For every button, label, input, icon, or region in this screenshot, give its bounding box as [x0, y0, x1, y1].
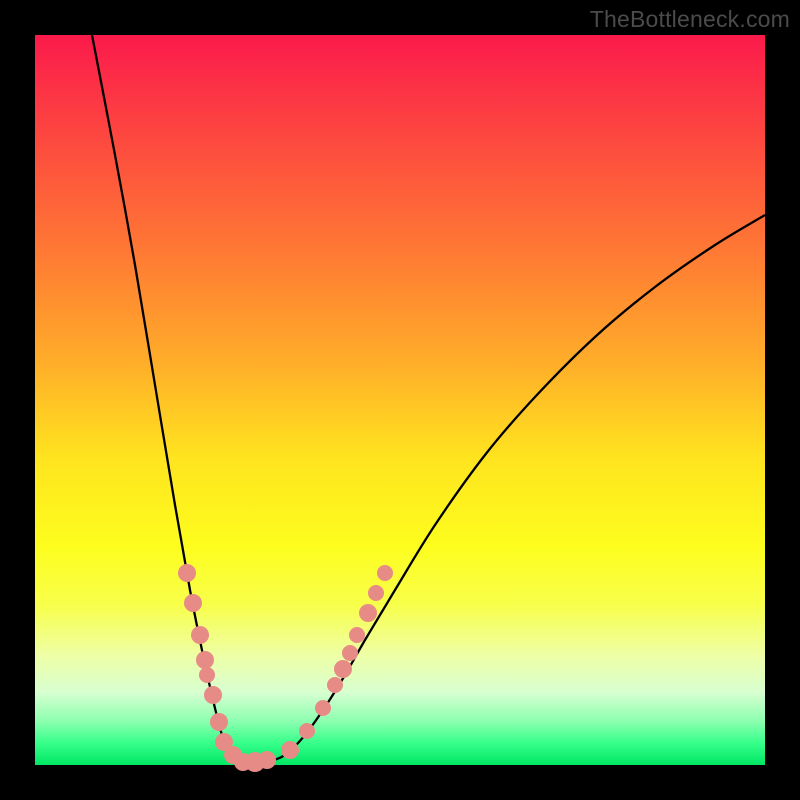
data-dot [368, 585, 384, 601]
chart-svg [35, 35, 765, 765]
data-dot [299, 723, 315, 739]
data-dot [327, 677, 343, 693]
data-dot [342, 645, 358, 661]
data-dot [315, 700, 331, 716]
data-dot [196, 651, 214, 669]
chart-plot-area [35, 35, 765, 765]
watermark-text: TheBottleneck.com [590, 6, 790, 33]
data-dot [349, 627, 365, 643]
data-dot [191, 626, 209, 644]
data-dot [334, 660, 352, 678]
data-dot [281, 741, 299, 759]
data-dot [178, 564, 196, 582]
data-dot [204, 686, 222, 704]
data-dot [258, 751, 276, 769]
data-dot [377, 565, 393, 581]
chart-frame: TheBottleneck.com [0, 0, 800, 800]
data-dot [210, 713, 228, 731]
data-dots [178, 564, 393, 772]
bottleneck-right-curve [247, 215, 765, 763]
bottleneck-left-curve [92, 35, 247, 763]
data-dot [199, 667, 215, 683]
data-dot [184, 594, 202, 612]
data-dot [359, 604, 377, 622]
